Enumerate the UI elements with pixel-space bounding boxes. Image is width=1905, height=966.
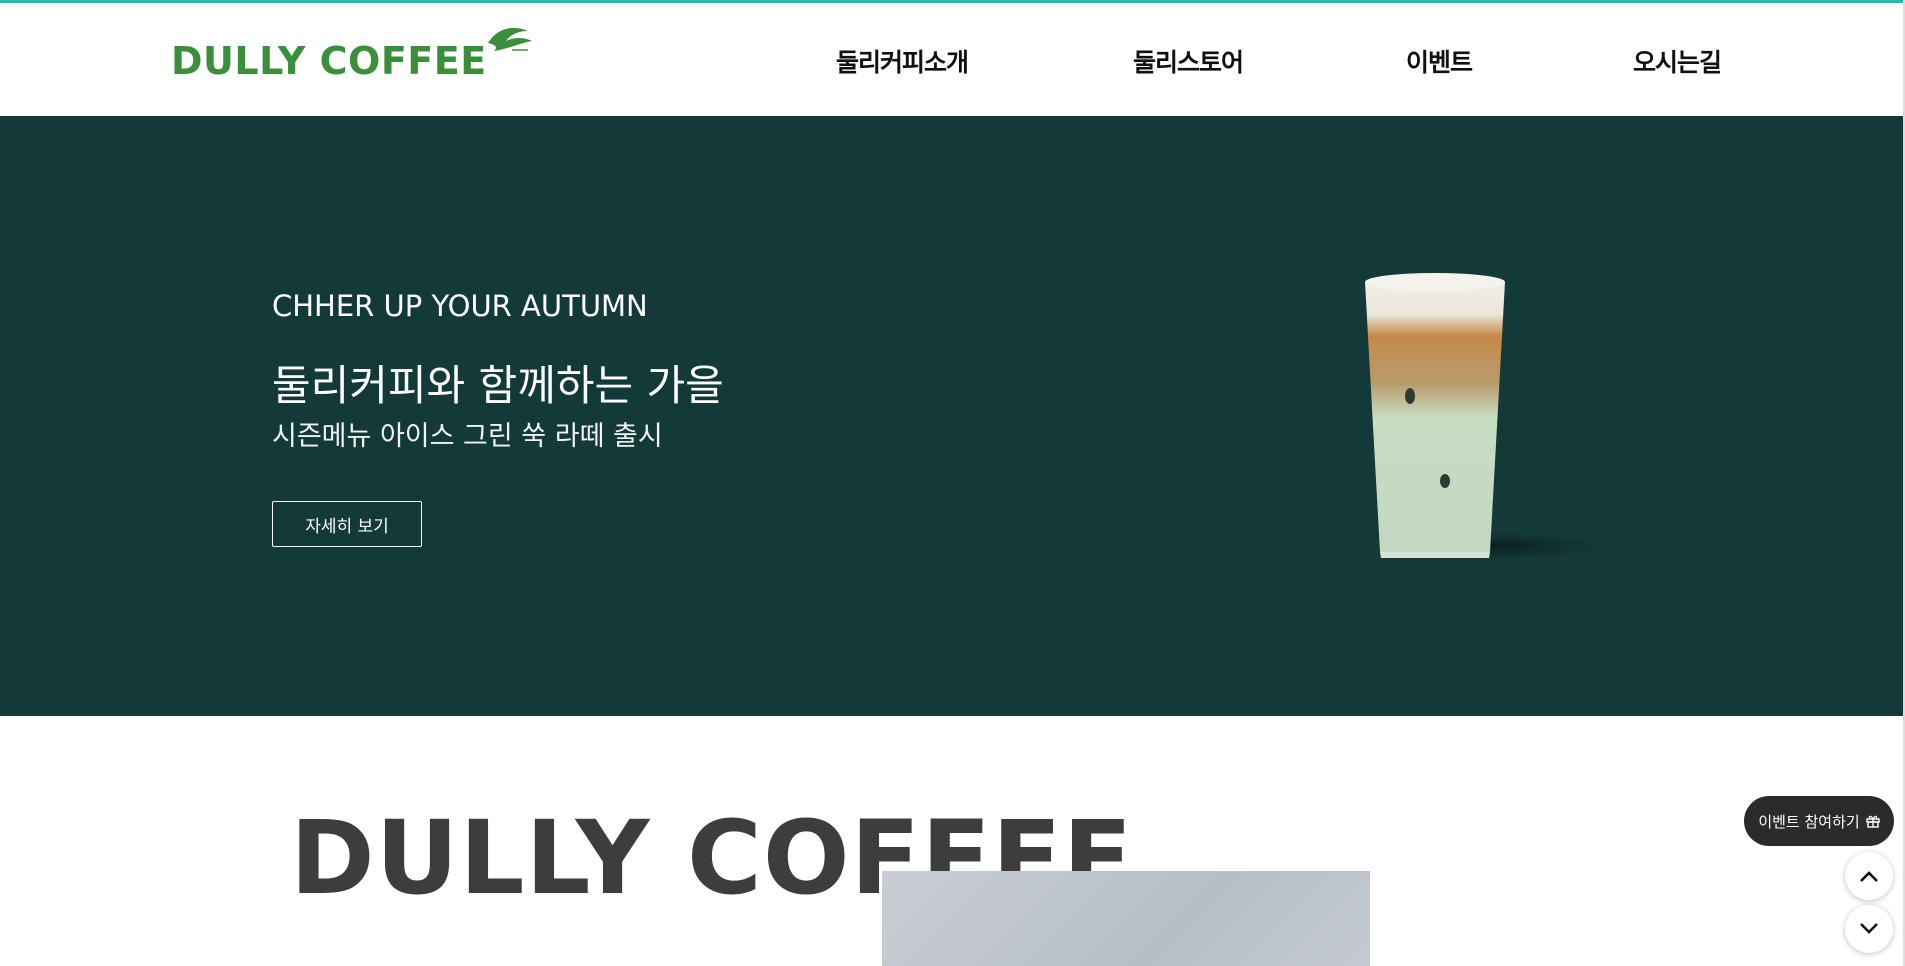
chevron-down-icon [1860, 923, 1878, 934]
site-header: DULLY COFFEE 둘리커피소개 둘리스토어 이벤트 오시는길 [0, 3, 1905, 116]
gift-icon [1865, 815, 1880, 828]
nav-item-about[interactable]: 둘리커피소개 [836, 43, 969, 79]
scroll-down-button[interactable] [1845, 905, 1893, 953]
brand-section-image [882, 871, 1370, 966]
chevron-up-icon [1860, 871, 1878, 882]
event-participate-button[interactable]: 이벤트 참여하기 [1744, 796, 1894, 846]
green-latte-image [1365, 273, 1600, 560]
hero-description: 시즌메뉴 아이스 그린 쑥 라떼 출시 [272, 421, 663, 452]
view-details-button[interactable]: 자세히 보기 [272, 501, 422, 547]
bird-logo-icon [488, 27, 532, 51]
nav-item-location[interactable]: 오시는길 [1633, 43, 1722, 79]
nav-item-event[interactable]: 이벤트 [1406, 43, 1473, 79]
hero-banner: CHHER UP YOUR AUTUMN 둘리커피와 함께하는 가을 시즌메뉴 … [0, 116, 1905, 716]
scroll-up-button[interactable] [1845, 852, 1893, 900]
event-button-label: 이벤트 참여하기 [1758, 812, 1860, 831]
hero-title: 둘리커피와 함께하는 가을 [272, 361, 724, 410]
site-logo[interactable]: DULLY COFFEE [171, 39, 487, 83]
nav-item-store[interactable]: 둘리스토어 [1133, 43, 1244, 79]
hero-subtitle: CHHER UP YOUR AUTUMN [272, 289, 648, 323]
